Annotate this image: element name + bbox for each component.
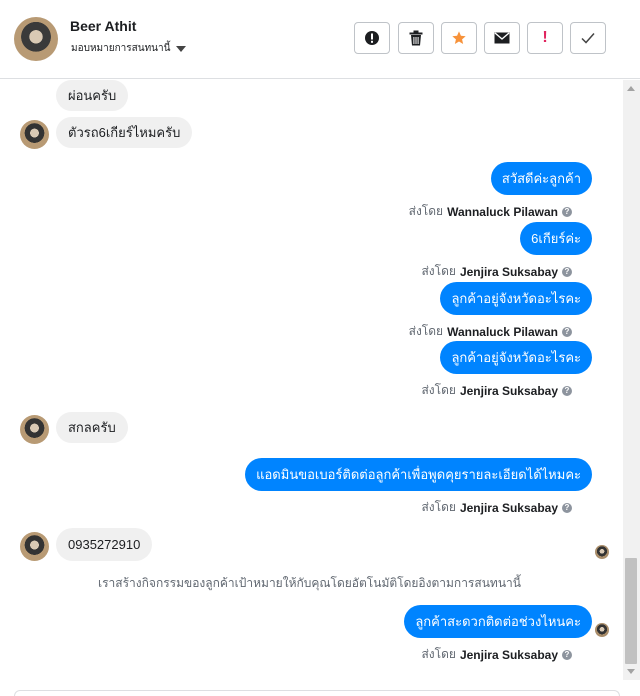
help-icon[interactable]: ? (562, 385, 572, 396)
seen-avatar-icon (595, 545, 609, 559)
assign-conversation-dropdown[interactable]: มอบหมายการสนทนานี้ (71, 41, 187, 56)
scrollbar-thumb[interactable] (625, 558, 637, 664)
sent-by-prefix: ส่งโดย (408, 204, 444, 218)
scrollbar[interactable] (623, 80, 640, 680)
outgoing-message[interactable]: แอดมินขอเบอร์ติดต่อลูกค้าเพื่อพูดคุยรายล… (245, 458, 592, 491)
composer-edge[interactable] (14, 690, 620, 696)
outgoing-message[interactable]: ลูกค้าสะดวกติดต่อช่วงไหนคะ (404, 605, 592, 638)
sent-by-label: ส่งโดย Jenjira Suksabay ? (421, 381, 572, 400)
outgoing-message[interactable]: ลูกค้าอยู่จังหวัดอะไรคะ (440, 341, 592, 374)
trash-icon (409, 30, 423, 46)
assign-label: มอบหมายการสนทนานี้ (71, 43, 171, 54)
sent-by-label: ส่งโดย Jenjira Suksabay ? (421, 645, 572, 664)
incoming-message[interactable]: สกลครับ (56, 412, 128, 443)
scroll-up-arrow-icon[interactable] (627, 86, 635, 91)
incoming-message[interactable]: ตัวรถ6เกียร์ไหมครับ (56, 117, 193, 148)
report-spam-button[interactable] (354, 22, 390, 54)
sent-by-prefix: ส่งโดย (421, 383, 456, 397)
mark-important-button[interactable]: ! (527, 22, 563, 54)
star-button[interactable] (441, 22, 477, 54)
sent-by-label: ส่งโดย Jenjira Suksabay ? (421, 498, 572, 517)
contact-avatar[interactable] (14, 17, 58, 61)
alert-circle-icon (365, 31, 379, 45)
caret-down-icon (176, 45, 187, 52)
system-notice: เราสร้างกิจกรรมของลูกค้าเป้าหมายให้กับคุ… (98, 576, 521, 590)
help-icon[interactable]: ? (562, 326, 572, 337)
message-thread: ผ่อนครับ ตัวรถ6เกียร์ไหมครับ สวัสดีค่ะลู… (0, 80, 620, 695)
sender-name: Jenjira Suksabay (459, 383, 558, 398)
sent-by-prefix: ส่งโดย (421, 500, 456, 514)
help-icon[interactable]: ? (562, 649, 572, 660)
help-icon[interactable]: ? (562, 206, 572, 217)
envelope-icon (494, 32, 510, 44)
sender-name: Jenjira Suksabay (459, 264, 558, 279)
contact-avatar-small[interactable] (20, 532, 49, 561)
sent-by-label: ส่งโดย Wannaluck Pilawan ? (409, 322, 572, 341)
outgoing-message[interactable]: สวัสดีค่ะลูกค้า (490, 162, 592, 195)
sender-name: Wannaluck Pilawan (447, 204, 558, 219)
help-icon[interactable]: ? (562, 266, 572, 277)
incoming-message[interactable]: ผ่อนครับ (56, 80, 129, 111)
contact-name[interactable]: Beer Athit (70, 18, 136, 34)
contact-avatar-small[interactable] (20, 120, 49, 149)
sender-name: Jenjira Suksabay (459, 647, 558, 662)
sent-by-prefix: ส่งโดย (421, 264, 456, 278)
scroll-down-arrow-icon[interactable] (627, 669, 635, 674)
checkmark-icon (581, 33, 595, 44)
help-icon[interactable]: ? (562, 502, 572, 513)
exclamation-icon: ! (542, 29, 548, 46)
outgoing-message[interactable]: 6เกียร์ค่ะ (520, 222, 592, 255)
contact-avatar-small[interactable] (20, 415, 49, 444)
conversation-header: Beer Athit มอบหมายการสนทนานี้ ! (0, 0, 640, 79)
sender-name: Wannaluck Pilawan (447, 324, 558, 339)
mark-unread-button[interactable] (484, 22, 520, 54)
sender-name: Jenjira Suksabay (459, 500, 558, 515)
delete-button[interactable] (398, 22, 434, 54)
star-icon (452, 31, 466, 44)
sent-by-label: ส่งโดย Wannaluck Pilawan ? (409, 202, 572, 221)
sent-by-prefix: ส่งโดย (408, 324, 444, 338)
incoming-message[interactable]: 0935272910 (56, 528, 153, 561)
outgoing-message[interactable]: ลูกค้าอยู่จังหวัดอะไรคะ (440, 282, 592, 315)
sent-by-label: ส่งโดย Jenjira Suksabay ? (421, 262, 572, 281)
seen-avatar-icon (595, 623, 609, 637)
mark-done-button[interactable] (570, 22, 606, 54)
sent-by-prefix: ส่งโดย (421, 647, 456, 661)
